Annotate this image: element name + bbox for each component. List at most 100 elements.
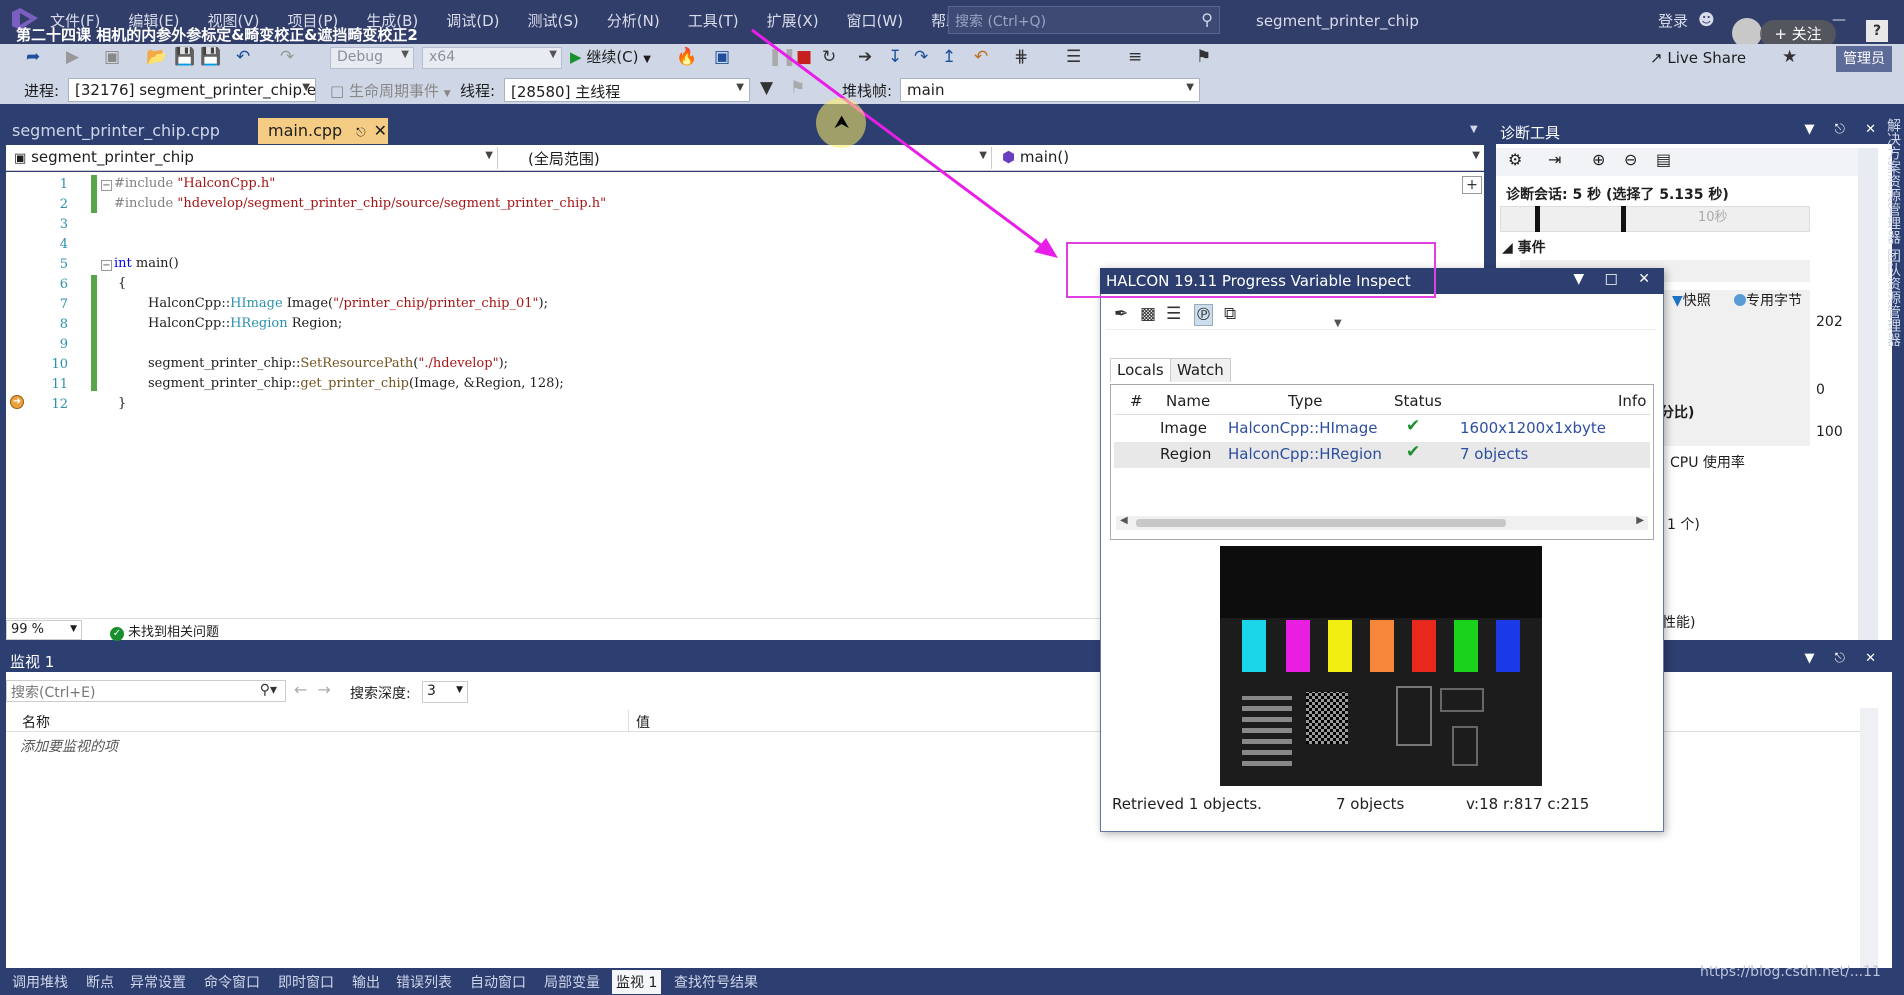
forward-icon[interactable]: ▶ [66,47,79,67]
redo-icon[interactable]: ↷ [280,47,294,67]
tab-output[interactable]: 输出 [348,970,384,994]
tab-watch[interactable]: Watch [1170,358,1231,382]
events-section-header[interactable]: ◢ 事件 [1502,237,1546,257]
column-name[interactable]: 名称 [22,712,50,732]
halcon-image-preview[interactable] [1220,546,1542,786]
tab-immediate-window[interactable]: 即时窗口 [274,970,338,994]
menu-tools[interactable]: 工具(T) [688,10,739,31]
restart-icon[interactable]: ↻ [822,47,836,67]
continue-button[interactable]: ▶ 继续(C) ▼ [570,46,651,67]
feedback-icon[interactable]: ★ [1782,47,1797,67]
step-out-icon[interactable]: ↥ [942,47,956,67]
user-icon[interactable]: ☻ [1698,10,1715,29]
screenshot-icon[interactable]: ▣ [714,47,730,67]
add-watch-row[interactable]: 添加要监视的项 [20,736,118,756]
tab-watch-1[interactable]: 监视 1 [612,970,662,994]
close-icon[interactable]: ✕ [374,121,387,140]
hex-icon[interactable]: ℗ [1194,304,1213,326]
column-divider[interactable] [628,710,629,732]
tab-error-list[interactable]: 错误列表 [392,970,456,994]
panel-controls[interactable]: ▼ ⎋ ✕ [1805,122,1884,137]
quick-search-input[interactable]: 搜索 (Ctrl+Q) ⚲ [948,6,1220,34]
scroll-right-icon[interactable]: ▶ [1636,515,1644,526]
menu-analyze[interactable]: 分析(N) [607,10,660,31]
flag-icon[interactable]: ⚑ [790,78,805,98]
save-all-icon[interactable]: 💾 [200,47,221,67]
show-next-statement-icon[interactable]: ➔ [858,47,872,67]
platform-dropdown[interactable]: x64 ▼ [422,47,562,69]
side-tab-strip[interactable]: 解决方案资源管理器 团队资源管理器 [1882,118,1904,368]
stack-frame-dropdown[interactable]: main ▼ [900,78,1200,102]
menu-window[interactable]: 窗口(W) [847,10,904,31]
open-file-icon[interactable]: 📂 [146,47,167,67]
image-view-icon[interactable]: ▩ [1140,304,1156,324]
save-icon[interactable]: 💾 [174,47,195,67]
issues-indicator[interactable]: ✓ 未找到相关问题 [110,621,219,641]
scroll-left-icon[interactable]: ◀ [1120,515,1128,526]
menu-test[interactable]: 测试(S) [528,10,579,31]
panel-controls[interactable]: ▼ ⎋ ✕ [1805,651,1884,666]
step-into-icon[interactable]: ↧ [888,47,902,67]
table-horizontal-scrollbar[interactable]: ◀ ▶ [1116,515,1648,530]
thread-dropdown[interactable]: [28580] 主线程 ▼ [504,78,750,102]
sign-in-link[interactable]: 登录 [1658,10,1688,31]
stop-icon[interactable]: ■ [796,47,812,67]
zoom-out-icon[interactable]: ⊖ [1624,150,1637,169]
menu-extensions[interactable]: 扩展(X) [767,10,819,31]
watch-scrollbar[interactable] [1860,708,1878,968]
column-type[interactable]: Type [1288,392,1322,410]
process-dropdown[interactable]: [32176] segment_printer_chip.e ▼ [68,78,316,102]
split-editor-icon[interactable]: + [1462,176,1482,194]
watch-search-input[interactable]: 搜索(Ctrl+E) ⚲▾ [6,680,286,702]
column-status[interactable]: Status [1394,392,1442,410]
tab-find-symbol-results[interactable]: 查找符号结果 [670,970,762,994]
diagnostics-scrollbar[interactable] [1858,148,1878,640]
export-icon[interactable]: ⇥ [1548,150,1561,169]
hex-display-icon[interactable]: ⋕ [1014,47,1028,67]
pin-icon[interactable]: ⎋ [356,125,366,139]
live-share-button[interactable]: ↗ Live Share [1650,49,1746,67]
layers-icon[interactable]: ☰ [1166,304,1181,324]
filter-icon[interactable]: ▼ [760,78,773,98]
tab-main-cpp[interactable]: main.cpp ⎋ ✕ [258,118,388,144]
chevron-down-icon[interactable]: ▼ [1334,318,1342,329]
scope-nav-dropdown[interactable]: (全局范围) ▼ [502,147,992,169]
help-icon[interactable]: ? [1866,20,1888,42]
bookmark-icon[interactable]: ⚑ [1196,47,1211,67]
zoom-dropdown[interactable]: 99 % ▼ [6,620,82,640]
lifecycle-events-button[interactable]: □ 生命周期事件 ▼ [330,80,451,101]
comment-icon[interactable]: ≡ [1128,47,1142,67]
hot-reload-icon[interactable]: 🔥 [676,47,697,67]
threads-icon[interactable]: ☰ [1066,47,1081,67]
minimize-icon[interactable]: — [1832,12,1846,28]
collapse-icon[interactable]: − [101,260,112,271]
step-back-icon[interactable]: ↶ [974,47,988,67]
collapse-icon[interactable]: − [101,180,112,191]
zoom-in-icon[interactable]: ⊕ [1592,150,1605,169]
new-item-icon[interactable]: ▣ [104,47,120,67]
search-depth-dropdown[interactable]: 3 ▼ [422,681,468,703]
dialog-controls[interactable]: ▼ □ ✕ [1573,271,1658,287]
tab-command-window[interactable]: 命令窗口 [200,970,264,994]
menu-debug[interactable]: 调试(D) [446,10,499,31]
tab-locals[interactable]: 局部变量 [540,970,604,994]
column-value[interactable]: 值 [636,712,650,732]
pause-icon[interactable]: ❚❚ [768,47,797,67]
column-name[interactable]: Name [1166,392,1210,410]
tab-breakpoints[interactable]: 断点 [82,970,118,994]
tab-exception-settings[interactable]: 异常设置 [126,970,190,994]
tab-list-chevron-icon[interactable]: ▼ [1470,124,1478,135]
chart-icon[interactable]: ▤ [1656,150,1671,169]
configuration-dropdown[interactable]: Debug ▼ [330,47,414,69]
project-nav-dropdown[interactable]: ▣ segment_printer_chip ▼ [8,147,498,169]
column-info[interactable]: Info [1618,392,1646,410]
undo-icon[interactable]: ↶ [236,47,250,67]
draw-icon[interactable]: ✒ [1114,304,1128,324]
back-icon[interactable]: ➦ [26,47,40,67]
tab-locals[interactable]: Locals [1110,358,1171,382]
column-number[interactable]: # [1130,392,1143,410]
step-over-icon[interactable]: ↷ [914,47,928,67]
member-nav-dropdown[interactable]: ⬢ main() ▼ [996,147,1484,169]
tab-segment-printer-chip-cpp[interactable]: segment_printer_chip.cpp [2,118,230,144]
windows-icon[interactable]: ⧉ [1224,304,1236,324]
